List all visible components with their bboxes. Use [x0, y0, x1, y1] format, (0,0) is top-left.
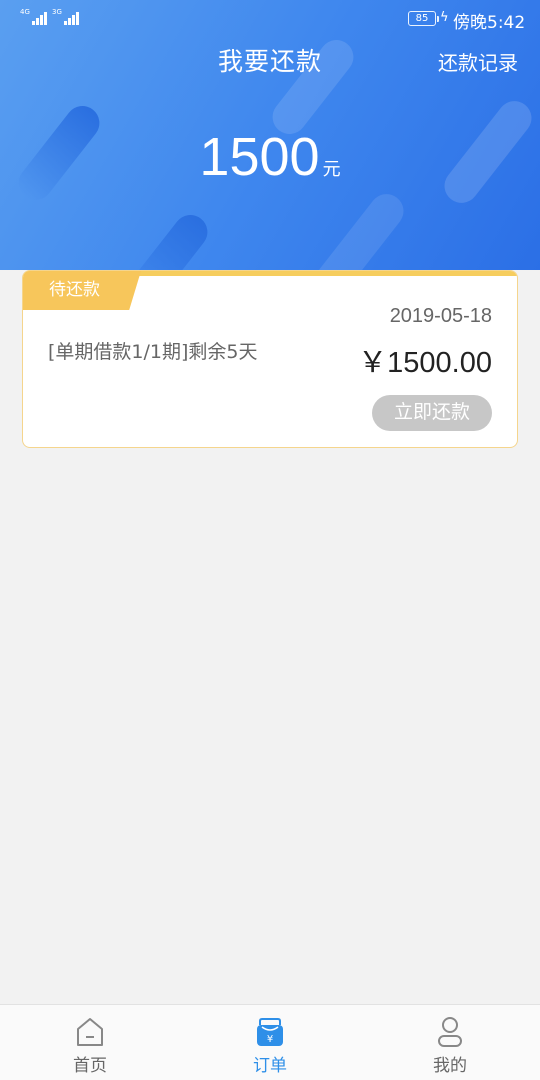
- repayment-amount: ￥1500.00: [358, 347, 492, 379]
- status-bar: 4G 3G 85 ϟ 傍晚5:42: [0, 0, 540, 36]
- order-icon: ¥: [257, 1018, 283, 1046]
- signal-type-label: 3G: [52, 8, 62, 16]
- due-date: 2019-05-18: [389, 305, 492, 327]
- nav-item-mine[interactable]: 我的: [360, 1005, 540, 1080]
- bottom-nav: 首页 ¥ 订单 我的: [0, 1004, 540, 1080]
- nav-item-home[interactable]: 首页: [0, 1005, 180, 1080]
- amount-unit: 元: [322, 159, 341, 180]
- nav-label: 我的: [433, 1056, 467, 1076]
- charging-icon: ϟ: [440, 10, 449, 25]
- nav-label: 订单: [253, 1056, 287, 1076]
- user-icon: [438, 1017, 462, 1047]
- signal-3g-icon: 3G: [52, 9, 80, 25]
- repayment-card: 待还款 2019-05-18 [单期借款1/1期]剩余5天 ￥1500.00 立…: [22, 270, 518, 448]
- battery-icon: 85: [408, 11, 439, 26]
- nav-label: 首页: [73, 1056, 107, 1076]
- header-banner: 4G 3G 85 ϟ 傍晚5:42 我要还款 还款记录 1500 元: [0, 0, 540, 270]
- status-time: 傍晚5:42: [453, 13, 526, 33]
- home-icon: [77, 1018, 103, 1046]
- signal-4g-icon: 4G: [20, 9, 48, 25]
- repayment-page: 4G 3G 85 ϟ 傍晚5:42 我要还款 还款记录 1500 元 待还款 20…: [0, 0, 540, 1080]
- amount-value: 1500: [199, 127, 320, 187]
- svg-text:¥: ¥: [267, 1034, 273, 1045]
- decor-streak: [119, 208, 215, 270]
- status-badge: 待还款: [23, 271, 141, 310]
- loan-description: [单期借款1/1期]剩余5天: [48, 341, 258, 363]
- nav-item-orders[interactable]: ¥ 订单: [180, 1005, 360, 1080]
- repay-now-button[interactable]: 立即还款: [372, 395, 492, 431]
- repayment-record-link[interactable]: 还款记录: [438, 47, 518, 76]
- signal-type-label: 4G: [20, 8, 30, 16]
- total-amount: 1500 元: [0, 126, 540, 188]
- decor-streak: [309, 187, 411, 270]
